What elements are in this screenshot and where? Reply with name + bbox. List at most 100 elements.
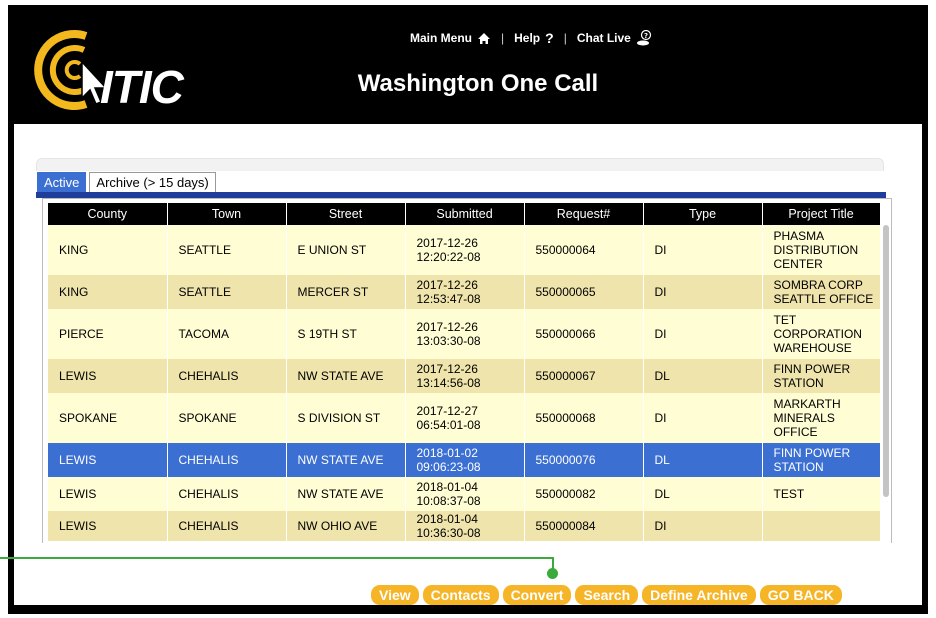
- cell-town: CHEHALIS: [167, 359, 287, 393]
- cell-project-title: [762, 511, 881, 541]
- submitted-time: 12:20:22-08: [416, 250, 481, 264]
- page-title: Washington One Call: [357, 70, 599, 97]
- question-icon: ?: [545, 30, 554, 46]
- annotation-connector-line: [0, 557, 553, 559]
- submitted-time: 09:06:23-08: [416, 460, 481, 474]
- nav-separator: |: [563, 31, 567, 45]
- cell-submitted: 2018-01-04 10:36:30-08: [405, 511, 525, 541]
- cell-project-title: FINN POWER STATION: [762, 359, 881, 393]
- submitted-date: 2017-12-26: [416, 362, 478, 376]
- cell-town: SEATTLE: [167, 225, 287, 275]
- tab-panel-top: [36, 158, 884, 171]
- submitted-date: 2017-12-26: [416, 320, 478, 334]
- annotation-connector-dot: [547, 568, 558, 579]
- cell-county: LEWIS: [48, 477, 168, 511]
- cell-town: SPOKANE: [167, 393, 287, 443]
- chat-agent-icon: ?: [636, 30, 651, 46]
- column-header-project-title[interactable]: Project Title: [762, 203, 881, 225]
- cell-type: DL: [643, 443, 763, 477]
- cell-submitted: 2017-12-26 12:20:22-08: [405, 225, 525, 275]
- help-link[interactable]: Help ?: [514, 30, 554, 46]
- tab-bar: Active Archive (> 15 days): [37, 172, 216, 193]
- chat-live-link[interactable]: Chat Live ?: [577, 30, 654, 46]
- column-header-county[interactable]: County: [48, 203, 168, 225]
- cell-submitted: 2018-01-02 09:06:23-08: [405, 443, 525, 477]
- cell-county: PIERCE: [48, 309, 168, 359]
- cell-type: DI: [643, 393, 763, 443]
- cell-project-title: MARKARTH MINERALS OFFICE: [762, 393, 881, 443]
- cell-county: KING: [48, 225, 168, 275]
- main-menu-label: Main Menu: [410, 31, 472, 45]
- cell-request: 550000076: [524, 443, 644, 477]
- svg-text:?: ?: [644, 32, 648, 40]
- define-archive-button[interactable]: Define Archive: [642, 585, 756, 605]
- cell-project-title: FINN POWER STATION: [762, 443, 881, 477]
- cell-town: CHEHALIS: [167, 443, 287, 477]
- cell-type: DI: [643, 511, 763, 541]
- requests-table-container: County Town Street Submitted Request# Ty…: [42, 198, 892, 545]
- submitted-date: 2018-01-02: [416, 446, 478, 460]
- cell-request: 550000082: [524, 477, 644, 511]
- submitted-time: 06:54:01-08: [416, 418, 481, 432]
- column-header-request[interactable]: Request#: [524, 203, 644, 225]
- table-row[interactable]: PIERCE TACOMA S 19TH ST 2017-12-26 13:03:…: [48, 309, 881, 359]
- table-row[interactable]: LEWIS CHEHALIS NW OHIO AVE 2018-01-04 10:…: [48, 511, 881, 541]
- action-button-bar: View Contacts Convert Search Define Arch…: [371, 585, 842, 605]
- go-back-button[interactable]: GO BACK: [759, 585, 842, 605]
- column-header-submitted[interactable]: Submitted: [405, 203, 525, 225]
- cell-street: MERCER ST: [286, 275, 406, 309]
- tab-active[interactable]: Active: [37, 172, 87, 193]
- vertical-scrollbar[interactable]: [883, 225, 889, 497]
- home-icon: [478, 32, 490, 44]
- cell-street: NW STATE AVE: [286, 359, 406, 393]
- cell-request: 550000066: [524, 309, 644, 359]
- cell-street: NW STATE AVE: [286, 443, 406, 477]
- table-header-row: County Town Street Submitted Request# Ty…: [48, 203, 881, 225]
- cell-street: E UNION ST: [286, 225, 406, 275]
- cell-street: NW STATE AVE: [286, 477, 406, 511]
- column-header-town[interactable]: Town: [167, 203, 287, 225]
- requests-table: County Town Street Submitted Request# Ty…: [48, 203, 881, 541]
- cell-street: S DIVISION ST: [286, 393, 406, 443]
- cell-town: TACOMA: [167, 309, 287, 359]
- cell-type: DI: [643, 309, 763, 359]
- column-header-street[interactable]: Street: [286, 203, 406, 225]
- view-button[interactable]: View: [371, 585, 419, 605]
- table-row[interactable]: SPOKANE SPOKANE S DIVISION ST 2017-12-27…: [48, 393, 881, 443]
- contacts-button[interactable]: Contacts: [422, 585, 499, 605]
- submitted-time: 10:36:30-08: [416, 526, 481, 540]
- table-row[interactable]: LEWIS CHEHALIS NW STATE AVE 2017-12-26 13…: [48, 359, 881, 393]
- submitted-date: 2017-12-26: [416, 236, 478, 250]
- main-menu-link[interactable]: Main Menu: [410, 31, 491, 45]
- table-row[interactable]: KING SEATTLE MERCER ST 2017-12-26 12:53:4…: [48, 275, 881, 309]
- cell-project-title: TEST: [762, 477, 881, 511]
- submitted-time: 13:14:56-08: [416, 376, 481, 390]
- cell-project-title: SOMBRA CORP SEATTLE OFFICE: [762, 275, 881, 309]
- tab-archive[interactable]: Archive (> 15 days): [89, 172, 216, 193]
- table-row[interactable]: KING SEATTLE E UNION ST 2017-12-26 12:20:…: [48, 225, 881, 275]
- cell-county: KING: [48, 275, 168, 309]
- cell-request: 550000064: [524, 225, 644, 275]
- cell-request: 550000084: [524, 511, 644, 541]
- cell-submitted: 2018-01-04 10:08:37-08: [405, 477, 525, 511]
- submitted-time: 12:53:47-08: [416, 292, 481, 306]
- cell-town: CHEHALIS: [167, 511, 287, 541]
- cell-submitted: 2017-12-26 13:14:56-08: [405, 359, 525, 393]
- cell-submitted: 2017-12-26 13:03:30-08: [405, 309, 525, 359]
- convert-button[interactable]: Convert: [502, 585, 572, 605]
- cell-type: DL: [643, 359, 763, 393]
- table-row-selected[interactable]: LEWIS CHEHALIS NW STATE AVE 2018-01-02 09…: [48, 443, 881, 477]
- search-button[interactable]: Search: [575, 585, 639, 605]
- column-header-type[interactable]: Type: [643, 203, 763, 225]
- cell-county: LEWIS: [48, 359, 168, 393]
- nav-separator: |: [501, 31, 505, 45]
- submitted-date: 2017-12-26: [416, 278, 478, 292]
- cell-county: LEWIS: [48, 443, 168, 477]
- cell-type: DL: [643, 477, 763, 511]
- cell-street: S 19TH ST: [286, 309, 406, 359]
- cell-county: SPOKANE: [48, 393, 168, 443]
- cell-submitted: 2017-12-27 06:54:01-08: [405, 393, 525, 443]
- cell-type: DI: [643, 225, 763, 275]
- top-nav: Main Menu | Help ? | Chat Live ?: [410, 30, 654, 46]
- table-row[interactable]: LEWIS CHEHALIS NW STATE AVE 2018-01-04 10…: [48, 477, 881, 511]
